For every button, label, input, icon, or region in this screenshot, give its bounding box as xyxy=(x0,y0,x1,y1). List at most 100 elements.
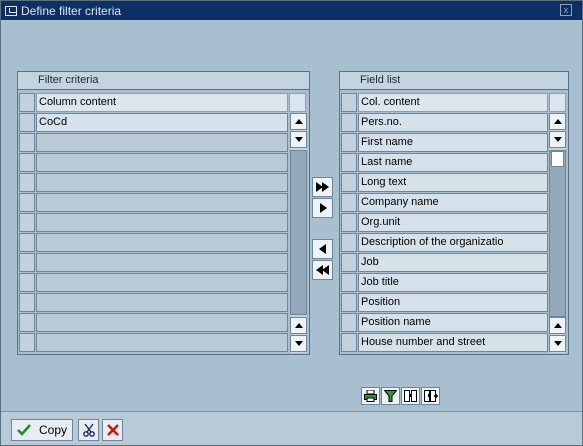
filter-row[interactable]: CoCd xyxy=(19,113,288,133)
scroll-down-button[interactable] xyxy=(290,131,307,148)
field-row[interactable]: Org.unit xyxy=(341,213,548,233)
row-cell[interactable] xyxy=(36,233,288,252)
row-cell[interactable]: Description of the organizatio xyxy=(358,233,548,252)
row-cell[interactable] xyxy=(36,193,288,212)
row-selector[interactable] xyxy=(19,193,35,212)
column-settings-button[interactable] xyxy=(549,93,566,112)
filter-row[interactable] xyxy=(19,253,288,273)
scroll-down-button[interactable] xyxy=(549,131,566,148)
scroll-down-button[interactable] xyxy=(290,335,307,352)
row-cell[interactable]: Position name xyxy=(358,313,548,332)
row-selector[interactable] xyxy=(19,293,35,312)
row-cell[interactable]: Position xyxy=(358,293,548,312)
row-cell[interactable]: Job title xyxy=(358,273,548,292)
filter-row[interactable] xyxy=(19,133,288,153)
scroll-up-button[interactable] xyxy=(290,113,307,130)
row-selector[interactable] xyxy=(19,273,35,292)
move-left-button[interactable] xyxy=(312,239,333,259)
row-selector[interactable] xyxy=(19,133,35,152)
row-selector[interactable] xyxy=(341,233,357,252)
move-right-button[interactable] xyxy=(312,198,333,218)
scroll-track[interactable] xyxy=(549,150,566,317)
row-cell[interactable] xyxy=(36,173,288,192)
row-selector[interactable] xyxy=(341,253,357,272)
scroll-up-button[interactable] xyxy=(549,317,566,334)
row-selector[interactable] xyxy=(19,233,35,252)
row-selector[interactable] xyxy=(19,333,35,352)
row-selector[interactable] xyxy=(19,213,35,232)
scroll-thumb[interactable] xyxy=(551,151,564,167)
row-cell[interactable] xyxy=(36,153,288,172)
move-all-right-button[interactable] xyxy=(312,177,333,197)
field-row[interactable]: Position name xyxy=(341,313,548,333)
print-button[interactable] xyxy=(361,387,380,405)
field-row[interactable]: Company name xyxy=(341,193,548,213)
row-selector[interactable] xyxy=(341,273,357,292)
row-cell[interactable] xyxy=(36,273,288,292)
row-cell[interactable] xyxy=(36,213,288,232)
row-selector[interactable] xyxy=(19,153,35,172)
field-row[interactable]: Long text xyxy=(341,173,548,193)
scroll-up-button[interactable] xyxy=(290,317,307,334)
field-row[interactable]: Description of the organizatio xyxy=(341,233,548,253)
cut-button[interactable] xyxy=(78,419,99,441)
move-all-left-button[interactable] xyxy=(312,260,333,280)
row-cell[interactable]: Org.unit xyxy=(358,213,548,232)
row-selector[interactable] xyxy=(341,153,357,172)
row-selector[interactable] xyxy=(341,113,357,132)
row-cell[interactable]: CoCd xyxy=(36,113,288,132)
filter-column-header[interactable]: Column content xyxy=(36,93,288,112)
row-cell[interactable]: Job xyxy=(358,253,548,272)
filter-row[interactable] xyxy=(19,313,288,333)
filter-button[interactable] xyxy=(381,387,400,405)
row-selector[interactable] xyxy=(19,173,35,192)
close-icon[interactable]: x xyxy=(560,4,572,16)
copy-button[interactable]: Copy xyxy=(11,419,73,441)
filter-row[interactable] xyxy=(19,193,288,213)
scroll-track[interactable] xyxy=(290,150,307,315)
row-selector[interactable] xyxy=(19,253,35,272)
field-row[interactable]: Position xyxy=(341,293,548,313)
row-selector[interactable] xyxy=(341,313,357,332)
row-selector[interactable] xyxy=(341,173,357,192)
field-row[interactable]: Job title xyxy=(341,273,548,293)
row-selector[interactable] xyxy=(19,313,35,332)
field-row[interactable]: Pers.no. xyxy=(341,113,548,133)
select-all-rows[interactable] xyxy=(19,93,35,112)
scroll-down-button[interactable] xyxy=(549,335,566,352)
find-button[interactable] xyxy=(401,387,420,405)
row-selector[interactable] xyxy=(341,133,357,152)
row-cell[interactable]: Long text xyxy=(358,173,548,192)
row-selector[interactable] xyxy=(341,213,357,232)
row-selector[interactable] xyxy=(341,193,357,212)
row-cell[interactable] xyxy=(36,333,288,352)
select-all-rows[interactable] xyxy=(341,93,357,112)
row-selector[interactable] xyxy=(19,113,35,132)
row-cell[interactable] xyxy=(36,313,288,332)
filter-row[interactable] xyxy=(19,173,288,193)
field-row[interactable]: Job xyxy=(341,253,548,273)
filter-row[interactable] xyxy=(19,293,288,313)
filter-row[interactable] xyxy=(19,213,288,233)
row-selector[interactable] xyxy=(341,333,357,352)
filter-scrollbar[interactable] xyxy=(290,113,307,353)
row-cell[interactable] xyxy=(36,253,288,272)
row-cell[interactable] xyxy=(36,133,288,152)
filter-row[interactable] xyxy=(19,153,288,173)
scroll-up-button[interactable] xyxy=(549,113,566,130)
field-row[interactable]: Last name xyxy=(341,153,548,173)
field-scrollbar[interactable] xyxy=(549,113,566,353)
row-selector[interactable] xyxy=(341,293,357,312)
column-settings-button[interactable] xyxy=(289,93,306,112)
filter-row[interactable] xyxy=(19,233,288,253)
row-cell[interactable]: House number and street xyxy=(358,333,548,352)
row-cell[interactable]: Pers.no. xyxy=(358,113,548,132)
row-cell[interactable]: Company name xyxy=(358,193,548,212)
filter-row[interactable] xyxy=(19,333,288,353)
find-next-button[interactable] xyxy=(421,387,440,405)
row-cell[interactable]: First name xyxy=(358,133,548,152)
cancel-button[interactable] xyxy=(102,419,123,441)
filter-row[interactable] xyxy=(19,273,288,293)
field-row[interactable]: First name xyxy=(341,133,548,153)
row-cell[interactable] xyxy=(36,293,288,312)
